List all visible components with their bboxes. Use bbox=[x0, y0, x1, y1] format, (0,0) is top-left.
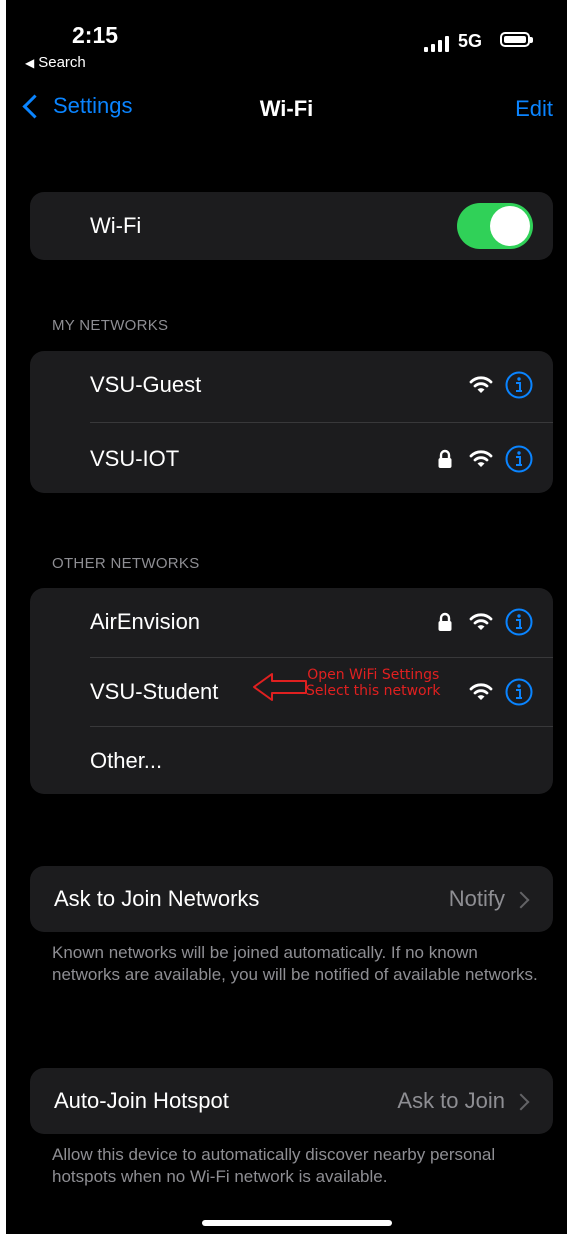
wifi-signal-icon bbox=[469, 376, 493, 393]
wifi-signal-icon bbox=[469, 683, 493, 700]
auto-join-hotspot-label: Auto-Join Hotspot bbox=[54, 1088, 229, 1113]
annotation-text: Open WiFi Settings Select this network bbox=[306, 667, 441, 699]
cellular-signal-icon bbox=[424, 36, 449, 52]
chevron-right-icon bbox=[512, 891, 530, 909]
network-name: VSU-Guest bbox=[90, 372, 202, 397]
wifi-signal-icon bbox=[469, 613, 493, 630]
wifi-toggle-group: Wi-Fi bbox=[30, 192, 553, 260]
ask-to-join-footnote: Known networks will be joined automatica… bbox=[52, 943, 538, 984]
home-indicator[interactable] bbox=[202, 1220, 392, 1226]
wifi-label: Wi-Fi bbox=[90, 213, 142, 238]
annotation-line-1: Open WiFi Settings bbox=[307, 667, 440, 683]
edit-button[interactable]: Edit bbox=[515, 96, 553, 122]
my-networks-header: MY NETWORKS bbox=[52, 317, 169, 334]
wifi-settings-screen: 2:15 ◀ Search 5G Settings Wi-Fi Edit Wi-F… bbox=[6, 0, 567, 1234]
network-row-vsu-iot[interactable]: VSU-IOT bbox=[30, 425, 553, 493]
network-row-airenvision[interactable]: AirEnvision bbox=[30, 588, 553, 656]
info-icon[interactable] bbox=[505, 608, 533, 636]
other-network-label: Other... bbox=[90, 748, 163, 773]
auto-join-hotspot-row[interactable]: Auto-Join Hotspot Ask to Join bbox=[30, 1068, 553, 1134]
auto-join-hotspot-footnote: Allow this device to automatically disco… bbox=[52, 1145, 496, 1186]
my-networks-group: VSU-Guest VSU-IOT bbox=[30, 351, 553, 493]
other-network-row[interactable]: Other... bbox=[30, 727, 553, 795]
back-to-app-link[interactable]: ◀ Search bbox=[25, 54, 86, 71]
back-triangle-icon: ◀ bbox=[25, 56, 35, 70]
annotation-line-2: Select this network bbox=[306, 683, 441, 699]
ask-to-join-row[interactable]: Ask to Join Networks Notify bbox=[30, 866, 553, 932]
lock-icon bbox=[438, 449, 452, 468]
network-row-vsu-guest[interactable]: VSU-Guest bbox=[30, 351, 553, 419]
info-icon[interactable] bbox=[505, 371, 533, 399]
chevron-right-icon bbox=[512, 1093, 530, 1111]
wifi-toggle-row: Wi-Fi bbox=[30, 192, 553, 260]
annotation-arrow-icon bbox=[253, 673, 307, 701]
network-name: VSU-IOT bbox=[90, 446, 180, 471]
ask-to-join-value: Notify bbox=[448, 886, 505, 911]
ask-to-join-label: Ask to Join Networks bbox=[54, 886, 260, 911]
info-icon[interactable] bbox=[505, 445, 533, 473]
auto-join-hotspot-value: Ask to Join bbox=[397, 1088, 505, 1113]
network-name: VSU-Student bbox=[90, 679, 219, 704]
wifi-toggle-switch[interactable] bbox=[457, 203, 533, 249]
page-title: Wi-Fi bbox=[259, 96, 314, 121]
status-time: 2:15 bbox=[72, 22, 119, 48]
network-type: 5G bbox=[458, 31, 483, 51]
wifi-signal-icon bbox=[469, 450, 493, 467]
network-name: AirEnvision bbox=[90, 609, 201, 634]
lock-icon bbox=[438, 612, 452, 631]
row-divider bbox=[90, 422, 553, 423]
right-edge bbox=[567, 0, 573, 1234]
battery-icon bbox=[500, 32, 533, 47]
back-app-label: Search bbox=[38, 54, 86, 71]
other-networks-header: OTHER NETWORKS bbox=[52, 555, 200, 572]
info-icon[interactable] bbox=[505, 678, 533, 706]
